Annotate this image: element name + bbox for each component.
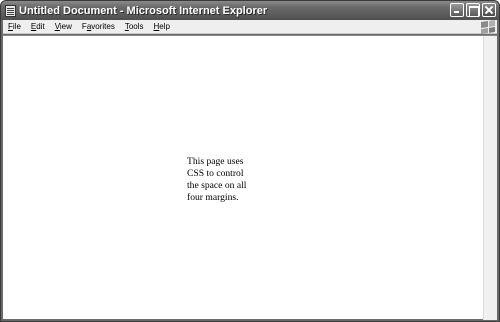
windows-logo-icon (481, 20, 495, 34)
browser-window: Untitled Document - Microsoft Internet E… (0, 0, 500, 322)
page-body-text: This page uses CSS to control the space … (187, 156, 247, 203)
menu-bar: File Edit View Favorites Tools Help (3, 20, 497, 34)
menu-view[interactable]: View (50, 20, 77, 34)
window-title: Untitled Document - Microsoft Internet E… (19, 4, 268, 17)
title-bar[interactable]: Untitled Document - Microsoft Internet E… (1, 1, 499, 20)
page-viewport[interactable]: This page uses CSS to control the space … (3, 35, 497, 320)
window-controls (450, 3, 496, 17)
ie-document-icon[interactable] (5, 4, 16, 17)
menu-tools[interactable]: Tools (120, 20, 149, 34)
maximize-button[interactable] (466, 3, 480, 17)
close-button[interactable] (482, 3, 496, 17)
vertical-scrollbar[interactable] (483, 36, 497, 320)
menu-edit[interactable]: Edit (26, 20, 50, 34)
minimize-button[interactable] (450, 3, 464, 17)
menu-help[interactable]: Help (149, 20, 175, 34)
menu-file[interactable]: File (3, 20, 26, 34)
menu-favorites[interactable]: Favorites (77, 20, 120, 34)
